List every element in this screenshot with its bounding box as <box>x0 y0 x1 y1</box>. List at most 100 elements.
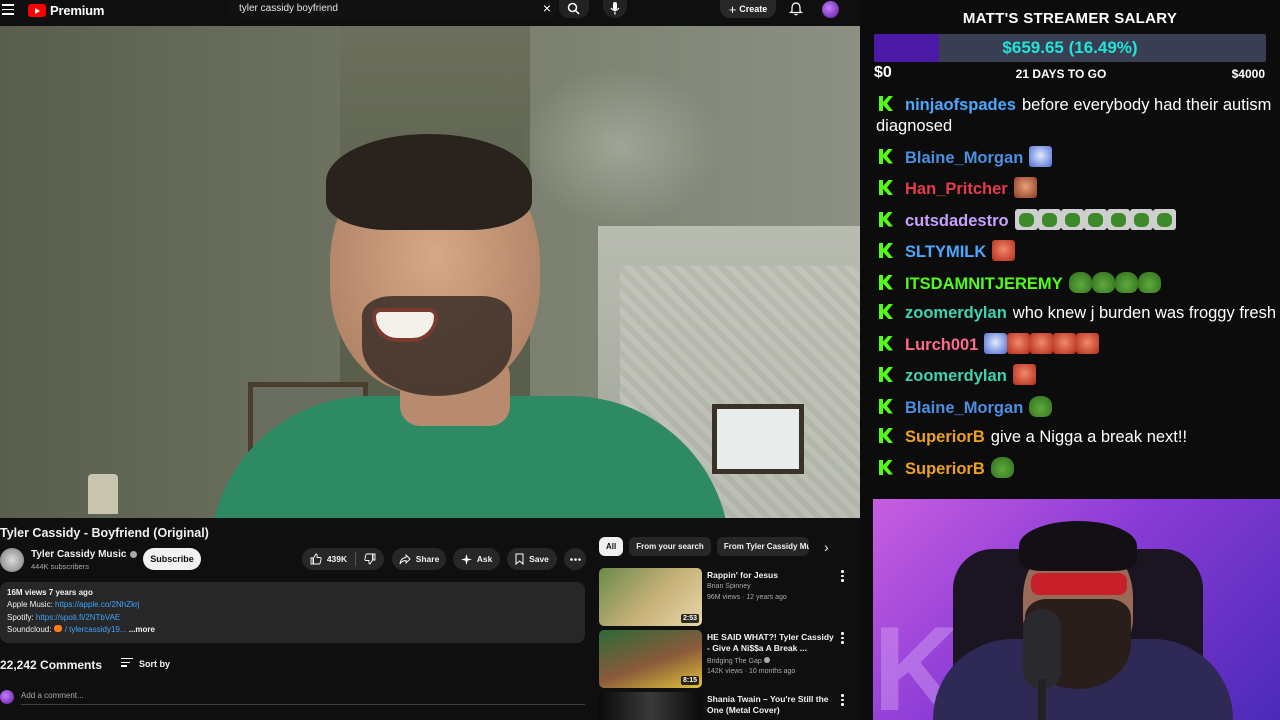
salary-max: $4000 <box>1231 67 1265 81</box>
chat-username[interactable]: SuperiorB <box>905 428 985 446</box>
more-actions-button[interactable] <box>564 548 586 570</box>
kick-badge-icon <box>879 148 893 164</box>
bookmark-icon <box>515 553 524 565</box>
emote-red-icon <box>1012 364 1036 385</box>
recommendation-thumbnail[interactable] <box>599 692 702 720</box>
recommendation-item[interactable]: Shania Twain – You're Still the One (Met… <box>599 692 854 720</box>
apple-music-link[interactable]: https://apple.co/2NhZkrj <box>55 600 139 609</box>
share-button[interactable]: Share <box>392 548 446 570</box>
description-line-soundcloud: Soundcloud: / tylercassidy19... ...more <box>7 624 578 637</box>
verified-icon <box>763 657 770 663</box>
more-vertical-icon[interactable] <box>841 694 844 708</box>
chevron-right-icon[interactable]: › <box>824 539 829 555</box>
youtube-play-icon <box>28 4 46 17</box>
chat-username[interactable]: Blaine_Morgan <box>905 149 1023 167</box>
notifications-bell-icon[interactable] <box>789 2 803 16</box>
emote-red-icon <box>1076 332 1100 354</box>
chat-username[interactable]: SLTYMILK <box>905 243 986 261</box>
recommendation-title[interactable]: HE SAID WHAT?! Tyler Cassidy - Give A Ni… <box>707 632 835 654</box>
voice-search-button[interactable] <box>603 0 627 18</box>
recommendation-meta: 142K views · 10 months ago <box>707 668 796 675</box>
show-more-link[interactable]: ...more <box>129 625 155 634</box>
thumbs-up-icon[interactable] <box>310 553 322 565</box>
webcam-person-sunglasses <box>1031 573 1127 595</box>
emote-red-icon <box>1007 332 1031 354</box>
chip-all[interactable]: All <box>599 537 624 556</box>
kick-badge-icon <box>879 211 893 227</box>
recommendation-item[interactable]: 2:53 Rappin' for Jesus Brian Spinney 96M… <box>599 568 854 626</box>
search-input[interactable]: tyler cassidy boyfriend × <box>229 0 557 18</box>
chat-message: zoomerdylan who knew j burden was froggy … <box>876 303 1276 324</box>
emote-frog-icon <box>1114 271 1138 293</box>
ask-button[interactable]: Ask <box>453 548 500 570</box>
chat-username[interactable]: ninjaofspades <box>905 96 1016 114</box>
salary-days-left: 21 DAYS TO GO <box>1015 67 1107 81</box>
plus-icon: + <box>728 1 737 17</box>
chat-username[interactable]: zoomerdylan <box>905 367 1007 385</box>
chat-username[interactable]: Blaine_Morgan <box>905 399 1023 417</box>
chat-text: who knew j burden was froggy fresh <box>1012 304 1276 322</box>
chat-username[interactable]: Lurch001 <box>905 336 978 354</box>
kick-badge-icon <box>879 428 893 443</box>
thumbs-down-icon[interactable] <box>364 553 376 565</box>
soundcloud-link[interactable]: / tylercassidy19... <box>65 625 127 634</box>
chip-from-your-search[interactable]: From your search <box>629 537 711 556</box>
sort-label: Sort by <box>139 658 171 669</box>
comments-count: 22,242 Comments <box>0 658 103 672</box>
channel-name[interactable]: Tyler Cassidy Music <box>31 549 138 560</box>
duration-badge: 8:15 <box>680 676 699 685</box>
recommendation-title[interactable]: Rappin' for Jesus <box>707 570 835 581</box>
search-button[interactable] <box>559 0 589 18</box>
like-divider <box>355 552 357 566</box>
recommendation-thumbnail[interactable]: 2:53 <box>599 568 702 626</box>
youtube-logo[interactable]: Premium <box>28 3 104 18</box>
emote-red-icon <box>1053 332 1077 354</box>
video-player[interactable] <box>0 26 860 518</box>
webcam-microphone <box>1023 609 1061 689</box>
kick-badge-icon <box>879 96 893 111</box>
chat-username[interactable]: Han_Pritcher <box>905 180 1008 198</box>
kick-badge-icon <box>879 274 893 290</box>
add-comment-input[interactable]: Add a comment... <box>21 691 84 700</box>
recommendation-item[interactable]: 8:15 HE SAID WHAT?! Tyler Cassidy - Give… <box>599 630 854 688</box>
youtube-window: Premium tyler cassidy boyfriend × + Crea… <box>0 0 860 720</box>
youtube-topbar: Premium tyler cassidy boyfriend × + Crea… <box>0 0 860 26</box>
emote-frog-icon <box>1091 271 1115 293</box>
account-avatar[interactable] <box>822 1 839 18</box>
subscribe-button[interactable]: Subscribe <box>143 548 201 570</box>
recommendation-title[interactable]: Shania Twain – You're Still the One (Met… <box>707 694 835 716</box>
logo-premium-label: Premium <box>50 3 105 18</box>
views-and-age: 16M views 7 years ago <box>7 588 93 597</box>
more-vertical-icon[interactable] <box>841 570 844 584</box>
soundcloud-icon <box>53 625 62 632</box>
clear-search-icon[interactable]: × <box>543 0 551 16</box>
chat-username[interactable]: ITSDAMNITJEREMY <box>905 275 1063 293</box>
emote-frogbox-icon <box>1106 208 1130 230</box>
spotify-link[interactable]: https://spoti.fi/2NTbVAE <box>36 613 120 622</box>
chip-from-channel[interactable]: From Tyler Cassidy Mu <box>716 537 809 556</box>
hamburger-menu-icon[interactable] <box>2 4 14 16</box>
channel-name-text: Tyler Cassidy Music <box>31 549 127 560</box>
webcam-feed: K <box>873 499 1280 720</box>
sort-comments-button[interactable]: Sort by <box>121 658 170 669</box>
recommendation-channel-text: Bridging The Gap <box>707 658 762 665</box>
related-filter-chips: All From your search From Tyler Cassidy … <box>599 537 809 556</box>
more-vertical-icon[interactable] <box>841 632 844 646</box>
search-query: tyler cassidy boyfriend <box>239 3 338 14</box>
emote-frogbox-icon <box>1083 208 1107 230</box>
chat-username[interactable]: SuperiorB <box>905 460 985 478</box>
create-button[interactable]: + Create <box>720 0 776 18</box>
chat-username[interactable]: cutsdadestro <box>905 212 1009 230</box>
spotify-label: Spotify: <box>7 612 36 622</box>
channel-avatar[interactable] <box>0 548 24 572</box>
save-button[interactable]: Save <box>507 548 557 570</box>
kick-badge-icon <box>879 398 893 414</box>
description-box[interactable]: 16M views 7 years ago Apple Music: https… <box>0 582 585 643</box>
like-count[interactable]: 439K <box>327 554 347 564</box>
kick-badge-icon <box>879 459 893 475</box>
salary-progress-bar: $659.65 (16.49%) <box>874 34 1266 62</box>
chat-username[interactable]: zoomerdylan <box>905 304 1007 322</box>
chat-message: Blaine_Morgan <box>876 395 1276 419</box>
emote-cat-icon <box>1029 145 1053 167</box>
recommendation-thumbnail[interactable]: 8:15 <box>599 630 702 688</box>
